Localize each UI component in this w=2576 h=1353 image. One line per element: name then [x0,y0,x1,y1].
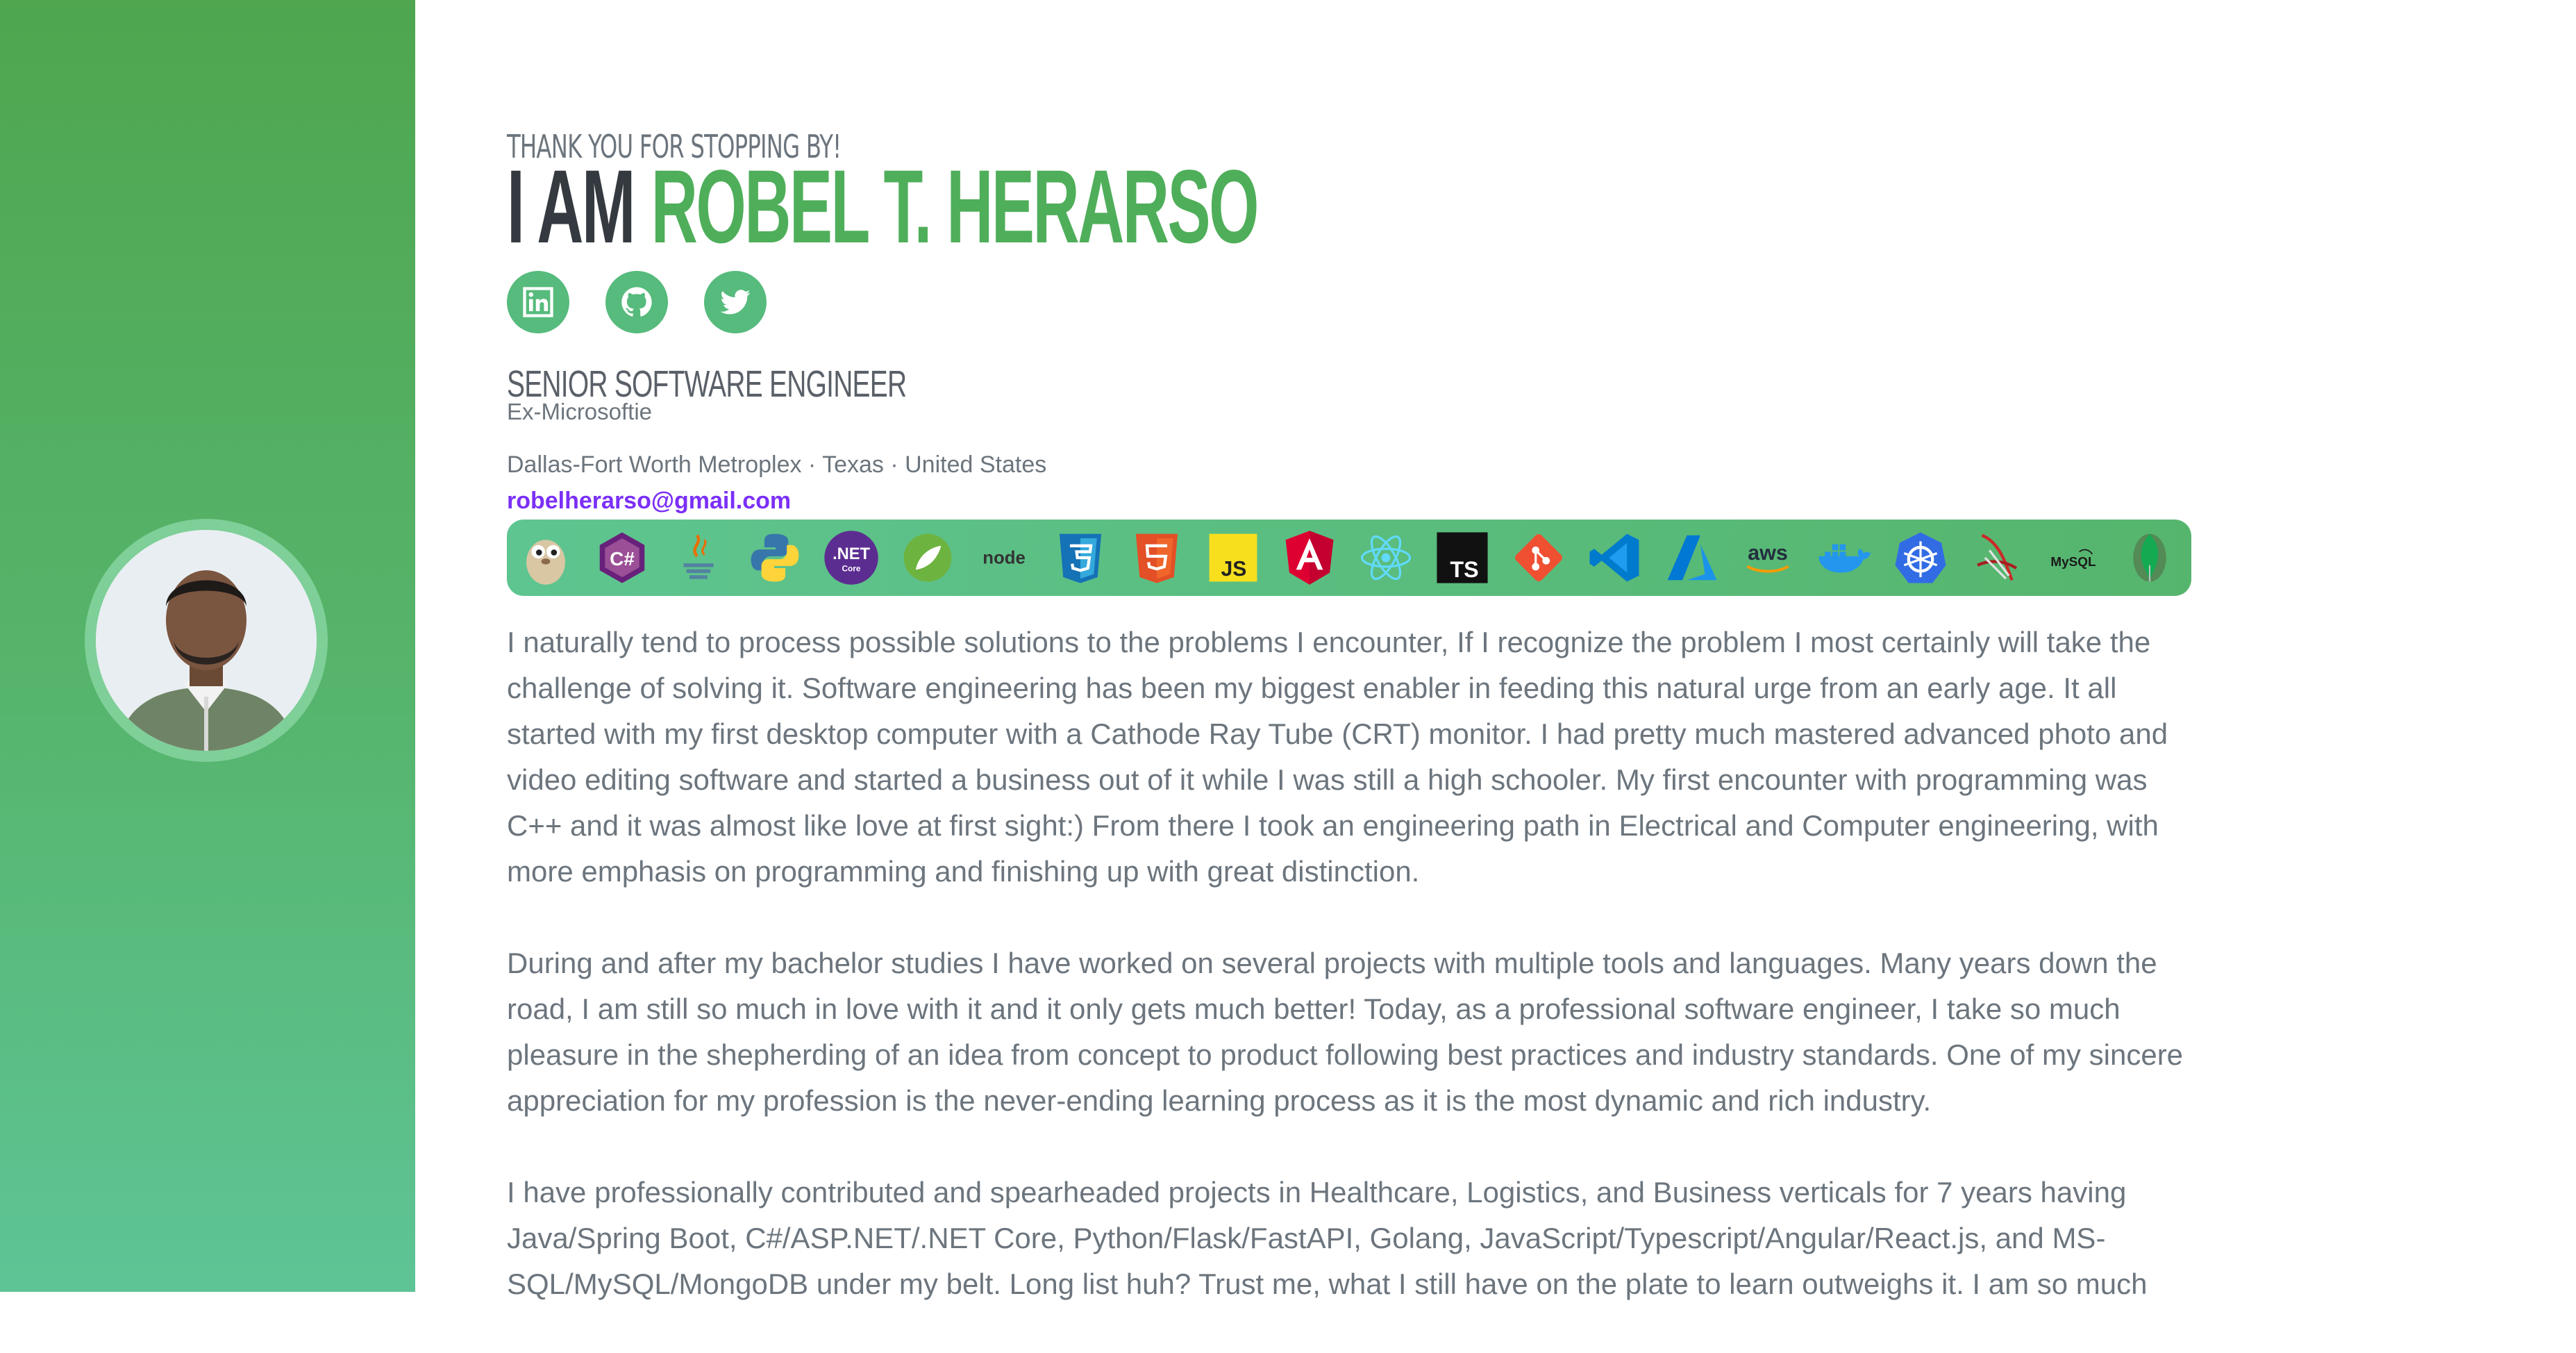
html5-icon [1123,524,1190,591]
bio-paragraph: I naturally tend to process possible sol… [507,626,2168,888]
vscode-icon [1582,524,1648,591]
sidebar [0,0,415,1292]
svg-text:.NET: .NET [833,545,870,563]
svg-text:node: node [982,549,1026,568]
twitter-link[interactable] [704,271,767,333]
linkedin-link[interactable] [507,271,569,333]
aws-icon: aws [1734,524,1801,591]
docker-icon [1811,524,1877,591]
angular-icon [1276,524,1343,591]
python-icon [742,524,808,591]
github-link[interactable] [605,271,668,333]
svg-text:Core: Core [842,563,861,573]
avatar-ring [85,519,328,762]
bio-section: I naturally tend to process possible sol… [507,620,2194,1353]
page-title: I AM ROBEL T. HERARSO [507,154,1259,258]
linkedin-icon [523,287,553,317]
bio-paragraph: I have professionally contributed and sp… [507,1176,2148,1300]
title-prefix: I AM [507,148,635,265]
svg-text:aws: aws [1748,541,1788,565]
sqlserver-icon [1964,524,2030,591]
java-icon [665,524,732,591]
location-text: Dallas-Fort Worth Metroplex · Texas · Un… [507,451,1047,478]
profile-photo [96,530,317,751]
title-name: ROBEL T. HERARSO [651,148,1260,265]
git-icon [1505,524,1572,591]
azure-icon [1658,524,1725,591]
email-link[interactable]: robelherarso@gmail.com [507,488,791,515]
svg-text:MySQL: MySQL [2050,555,2096,570]
avatar [96,530,317,751]
social-links [507,271,767,333]
golang-gopher-icon [512,524,579,591]
bio-paragraph: During and after my bachelor studies I h… [507,947,2184,1117]
job-subtitle: Ex-Microsoftie [507,399,653,424]
main-content: THANK YOU FOR STOPPING BY! I AM ROBEL T. … [507,0,2194,1300]
github-icon [621,287,652,317]
mysql-icon: MySQL [2040,524,2107,591]
css3-icon [1047,524,1114,591]
twitter-icon [720,290,751,315]
svg-text:JS: JS [1221,558,1247,581]
kubernetes-icon [1887,524,1954,591]
csharp-icon: C# [589,524,655,591]
tech-stack-bar: C# .NET Core node JS TS aws MySQL [507,520,2191,596]
mongodb-icon [2116,524,2183,591]
react-icon [1353,524,1419,591]
spring-icon [894,524,961,591]
svg-text:TS: TS [1450,557,1478,582]
nodejs-icon: node [971,524,1037,591]
javascript-icon: JS [1200,524,1266,591]
typescript-icon: TS [1429,524,1496,591]
dotnet-core-icon: .NET Core [818,524,885,591]
svg-text:C#: C# [610,548,635,570]
